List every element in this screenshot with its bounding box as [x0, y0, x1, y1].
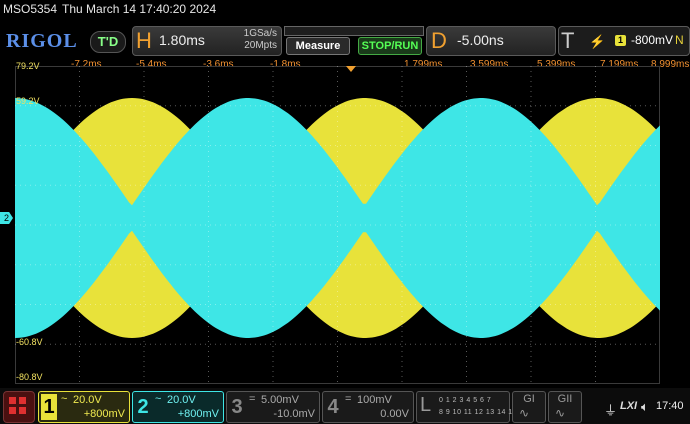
acquisition-info: 1GSa/s 20Mpts — [244, 28, 277, 52]
channel-number: 4 — [327, 396, 339, 418]
bottom-bar: 1 ~ 20.0V +800mV 2 ~ 20.0V +800mV 3 = 5.… — [0, 388, 690, 424]
trigger-source-badge: 1 — [615, 35, 626, 46]
top-toolbar: RIGOL T'D H 1.80ms 1GSa/s 20Mpts Measure… — [0, 24, 690, 58]
timebase-value: 1.80ms — [159, 32, 205, 48]
measure-button[interactable]: Measure — [286, 37, 350, 55]
channel-offset: +800mV — [83, 408, 125, 420]
sine-wave-icon: ∿ — [555, 406, 566, 420]
memory-position-bar — [284, 26, 424, 36]
delay-panel[interactable]: D -5.00ns — [426, 26, 556, 56]
sine-wave-icon: ∿ — [519, 406, 530, 420]
volt-label-upper: 59.2V — [16, 96, 40, 106]
trigger-letter: T — [561, 28, 575, 53]
trigger-position-marker[interactable] — [344, 60, 358, 72]
channel-2-box[interactable]: 2 ~ 20.0V +800mV — [132, 391, 224, 423]
clock: 17:40 — [656, 400, 684, 412]
channel-offset: -10.0mV — [273, 408, 315, 420]
logic-channels-low: 0 1 2 3 4 5 6 7 — [439, 397, 492, 404]
generator-label: GI — [523, 393, 535, 405]
volt-label-bottom: -80.8V — [16, 372, 43, 382]
waveform-canvas — [15, 66, 660, 384]
lxi-icon: LXI — [620, 400, 638, 412]
generator-2-box[interactable]: GII ∿ — [548, 391, 582, 423]
sample-rate: 1GSa/s — [243, 28, 277, 39]
dc-coupling-icon: = — [345, 393, 352, 405]
channel-1-box[interactable]: 1 ~ 20.0V +800mV — [38, 391, 130, 423]
delay-value: -5.00ns — [457, 32, 504, 48]
channel-4-box[interactable]: 4 = 100mV 0.00V — [322, 391, 414, 423]
dc-coupling-icon: = — [249, 393, 256, 405]
channel-scale: 20.0V — [167, 394, 196, 406]
volt-label-top: 79.2V — [16, 61, 40, 71]
model-name: MSO5354 — [3, 2, 58, 16]
td-badge[interactable]: T'D — [90, 31, 126, 53]
date-time: Thu March 14 17:40:20 2024 — [62, 2, 217, 16]
ch2-offset-marker[interactable]: 2 — [0, 212, 13, 224]
horizontal-panel[interactable]: H 1.80ms 1GSa/s 20Mpts — [132, 26, 282, 56]
logic-channels-high: 8 9 10 11 12 13 14 15 — [439, 409, 518, 416]
horizontal-letter: H — [136, 28, 152, 53]
channel-number: 1 — [41, 394, 57, 420]
trigger-panel[interactable]: T ⚡ 1 -800mV N — [558, 26, 690, 56]
logic-letter: L — [420, 394, 432, 416]
generator-label: GII — [557, 393, 573, 405]
main-menu-button[interactable] — [3, 391, 35, 423]
channel-scale: 100mV — [357, 394, 392, 406]
speaker-icon[interactable]: 🔈︎ — [641, 399, 649, 415]
volt-label-lower: -60.8V — [16, 337, 43, 347]
delay-letter: D — [431, 28, 447, 53]
trigger-mode: N — [675, 33, 684, 47]
rigol-logo: RIGOL — [6, 30, 78, 52]
trigger-level: -800mV — [631, 33, 674, 47]
status-line: MSO5354 Thu March 14 17:40:20 2024 — [3, 2, 221, 16]
memory-depth: 20Mpts — [244, 40, 277, 51]
channel-3-box[interactable]: 3 = 5.00mV -10.0mV — [226, 391, 320, 423]
usb-icon: ⏚ — [604, 403, 618, 418]
channel-number: 3 — [231, 396, 243, 418]
ac-coupling-icon: ~ — [155, 393, 162, 405]
channel-scale: 20.0V — [73, 394, 102, 406]
channel-scale: 5.00mV — [261, 394, 299, 406]
generator-1-box[interactable]: GI ∿ — [512, 391, 546, 423]
rising-edge-icon: ⚡ — [589, 34, 606, 49]
channel-number: 2 — [137, 396, 149, 418]
ac-coupling-icon: ~ — [61, 393, 68, 405]
stop-run-button[interactable]: STOP/RUN — [358, 37, 422, 55]
logic-analyzer-box[interactable]: L 0 1 2 3 4 5 6 7 8 9 10 11 12 13 14 15 — [416, 391, 517, 423]
channel-offset: 0.00V — [380, 408, 409, 420]
channel-offset: +800mV — [177, 408, 219, 420]
